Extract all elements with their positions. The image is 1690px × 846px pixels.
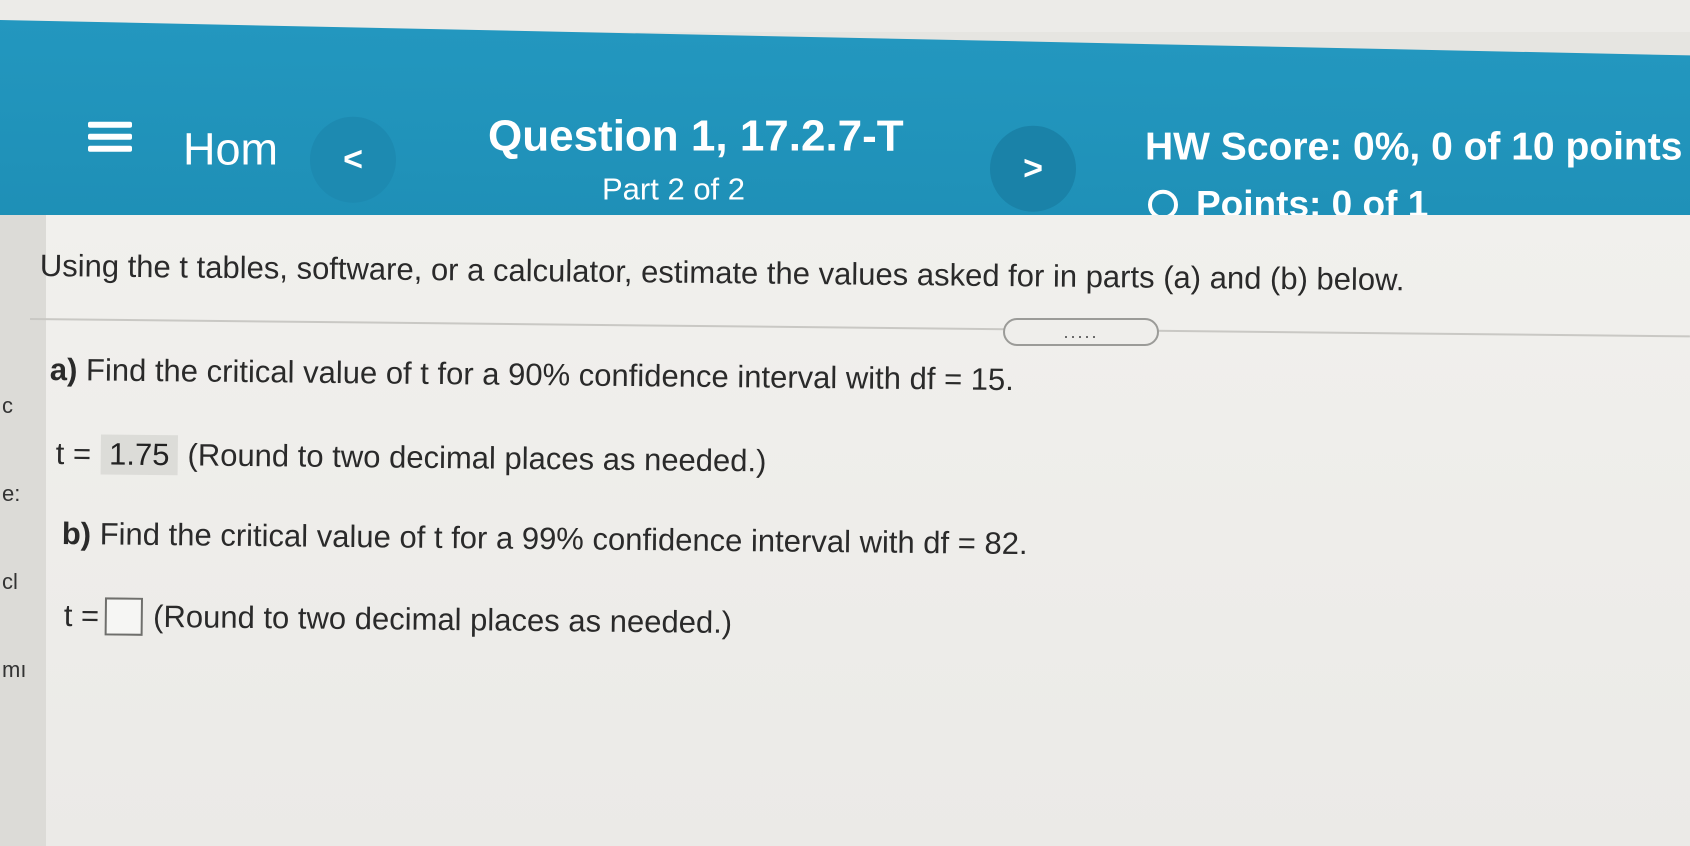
- home-link[interactable]: Hom: [183, 124, 278, 176]
- left-edge-text: e:: [2, 481, 21, 506]
- part-b-answer-row: t = (Round to two decimal places as need…: [64, 597, 733, 642]
- part-b-answer-label: t =: [63, 597, 100, 634]
- chevron-left-icon: <: [343, 140, 363, 179]
- chevron-right-icon: >: [1023, 149, 1043, 188]
- part-b-hint: (Round to two decimal places as needed.): [152, 598, 733, 640]
- part-a-answer-field[interactable]: 1.75: [100, 434, 178, 476]
- part-a-letter: a): [49, 352, 78, 388]
- left-edge-text: mı: [2, 657, 27, 682]
- question-title: Question 1, 17.2.7-T: [488, 111, 904, 161]
- part-a-hint: (Round to two decimal places as needed.): [187, 437, 767, 479]
- part-a-answer-row: t = 1.75 (Round to two decimal places as…: [56, 434, 767, 481]
- menu-icon[interactable]: [88, 116, 132, 160]
- left-edge-text: c: [2, 393, 13, 418]
- expand-toggle-button[interactable]: .....: [1003, 318, 1159, 346]
- left-panel-edge: c e: cl mı: [0, 215, 46, 846]
- part-a-answer-label: t =: [55, 435, 92, 472]
- next-question-button[interactable]: >: [990, 125, 1076, 212]
- question-part: Part 2 of 2: [602, 171, 746, 207]
- part-b-letter: b): [61, 516, 92, 552]
- previous-question-button[interactable]: <: [310, 116, 396, 203]
- part-b-answer-input[interactable]: [104, 597, 144, 636]
- hw-score: HW Score: 0%, 0 of 10 points: [1145, 125, 1683, 169]
- left-edge-text: cl: [2, 569, 18, 594]
